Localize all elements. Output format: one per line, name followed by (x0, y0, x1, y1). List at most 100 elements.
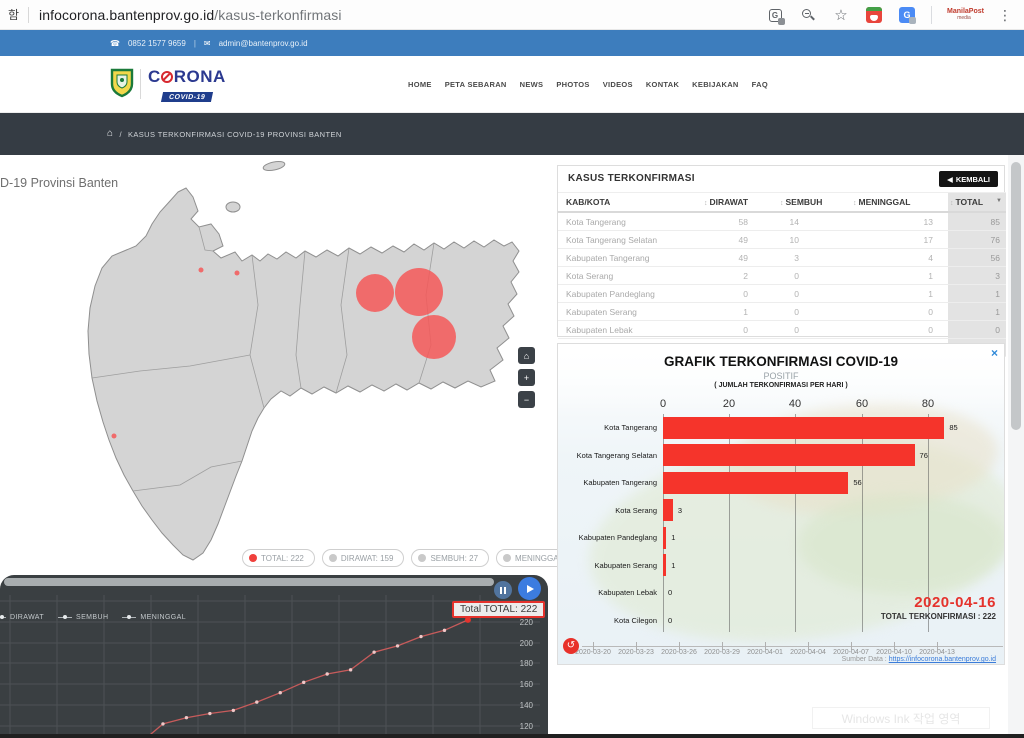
legend-sembuh[interactable]: SEMBUH (76, 614, 108, 621)
legend-marker (122, 614, 136, 621)
col-meninggal[interactable]: ↕MENINGGAL (851, 193, 948, 213)
legend-meninggal[interactable]: MENINGGAL (140, 614, 186, 621)
play-icon (527, 585, 534, 593)
translate-extension-icon[interactable]: G (898, 6, 916, 24)
play-button[interactable] (518, 577, 541, 600)
panel-scrollbar[interactable] (4, 578, 494, 586)
bar-row: Kabupaten Serang1 (558, 552, 1005, 580)
nav-photos[interactable]: PHOTOS (556, 80, 589, 89)
bookmark-star-icon[interactable]: ☆ (832, 6, 850, 24)
bar-chart-subtitle: POSITIF (558, 371, 1004, 381)
nav-faq[interactable]: FAQ (752, 80, 768, 89)
map-zoom-in-button[interactable]: + (518, 369, 535, 386)
translate-icon[interactable]: G (766, 6, 784, 24)
table-row: Kabupaten Serang1001 (558, 303, 1006, 321)
col-total[interactable]: ↕TOTAL▼ (948, 193, 1006, 213)
legend-pill-dirawat[interactable]: DIRAWAT: 159 (322, 549, 405, 567)
bar-row: Kota Serang3 (558, 497, 1005, 525)
browser-menu-icon[interactable]: ⋮ (996, 6, 1014, 24)
bubble-kota-serang (235, 271, 240, 276)
timeseries-legend: DIRAWAT SEMBUH MENINGGAL (0, 610, 186, 624)
banten-province-map[interactable] (0, 155, 548, 575)
url-field[interactable]: infocorona.bantenprov.go.id/kasus-terkon… (39, 7, 342, 23)
windows-ink-watermark: Windows Ink 작업 영역 (812, 707, 990, 729)
cases-table-card: KASUS TERKONFIRMASI ◀KEMBALI KAB/KOTA ↕D… (557, 165, 1005, 337)
topbar-separator: | (194, 39, 196, 48)
topbar-phone[interactable]: 0852 1577 9659 (128, 39, 186, 48)
x-tick-0: 0 (648, 398, 678, 410)
source-row: Sumber Data : https://infocorona.bantenp… (842, 656, 996, 663)
bar-kota-serang (663, 499, 673, 521)
total-series-line (140, 620, 468, 738)
sort-icon: ↕ (704, 200, 708, 207)
table-row: Kabupaten Tangerang493456 (558, 249, 1006, 267)
site-logo[interactable]: CRONA COVID-19 (110, 68, 226, 103)
site-topbar: ☎ 0852 1577 9659 | ✉ admin@bantenprov.go… (0, 30, 1024, 56)
logo-covid-badge: COVID-19 (161, 92, 213, 102)
breadcrumb-divider: / (119, 130, 121, 139)
back-button[interactable]: ◀KEMBALI (939, 171, 998, 187)
toolbar-divider (931, 6, 932, 24)
bar-kabupaten-serang (663, 554, 666, 576)
nav-kebijakan[interactable]: KEBIJAKAN (692, 80, 738, 89)
browser-toolbar-icons: G ☆ G ManilaPostmedia ⋮ (766, 0, 1014, 30)
nav-news[interactable]: NEWS (520, 80, 544, 89)
page-scrollbar-thumb[interactable] (1011, 162, 1021, 430)
logo-wordmark: CRONA (148, 68, 226, 85)
nav-home[interactable]: HOME (408, 80, 432, 89)
adblock-extension-icon[interactable] (865, 6, 883, 24)
legend-dirawat[interactable]: DIRAWAT (10, 614, 44, 621)
home-icon[interactable]: ⌂ (107, 129, 113, 139)
site-header: CRONA COVID-19 HOME PETA SEBARAN NEWS PH… (0, 56, 1024, 113)
banten-shield-icon (110, 68, 134, 98)
legend-pill-total[interactable]: TOTAL: 222 (242, 549, 315, 567)
source-link[interactable]: https://infocorona.bantenprov.go.id (889, 656, 996, 663)
bottom-edge (0, 734, 1024, 738)
map-zoom-out-button[interactable]: − (518, 391, 535, 408)
extension-badge[interactable]: ManilaPostmedia (947, 8, 981, 21)
filter-icon: ▼ (996, 198, 1002, 204)
source-label: Sumber Data : (842, 656, 887, 663)
legend-pill-sembuh[interactable]: SEMBUH: 27 (411, 549, 489, 567)
pause-button[interactable] (494, 581, 512, 599)
timeseries-chart (0, 575, 548, 738)
timeline-axis[interactable] (582, 646, 1003, 647)
email-icon: ✉ (204, 39, 211, 48)
table-row: Kota Tangerang Selatan49101776 (558, 231, 1006, 249)
current-date-block: 2020-04-16 TOTAL TERKONFIRMASI : 222 (881, 594, 996, 621)
table-row: Kabupaten Lebak0000 (558, 321, 1006, 339)
address-divider (28, 7, 29, 23)
nav-videos[interactable]: VIDEOS (603, 80, 633, 89)
nav-kontak[interactable]: KONTAK (646, 80, 679, 89)
breadcrumb-bar: ⌂ / KASUS TERKONFIRMASI COVID-19 PROVINS… (0, 113, 1024, 155)
bar-row: Kabupaten Tangerang56 (558, 469, 1005, 497)
sort-icon: ↕ (780, 200, 784, 207)
x-tick-60: 60 (847, 398, 877, 410)
legend-dot-dirawat (329, 554, 337, 562)
col-kab-kota[interactable]: KAB/KOTA (558, 193, 702, 213)
url-path: /kasus-terkonfirmasi (214, 7, 341, 23)
x-tick-40: 40 (780, 398, 810, 410)
replay-button[interactable]: ↺ (563, 638, 579, 654)
virus-icon (161, 71, 173, 83)
nav-peta-sebaran[interactable]: PETA SEBARAN (445, 80, 507, 89)
cases-table: KAB/KOTA ↕DIRAWAT ↕SEMBUH ↕MENINGGAL ↕TO… (558, 192, 1006, 357)
zoom-out-icon[interactable] (799, 6, 817, 24)
y-tick-120: 120 (503, 722, 533, 731)
bar-kabupaten-pandeglang (663, 527, 666, 549)
bar-kabupaten-tangerang (663, 472, 848, 494)
page: 함 infocorona.bantenprov.go.id/kasus-terk… (0, 0, 1024, 738)
topbar-email[interactable]: admin@bantenprov.go.id (219, 39, 308, 48)
browser-profile-glyph: 함 (8, 6, 19, 23)
map-legend: TOTAL: 222 DIRAWAT: 159 SEMBUH: 27 MENIN… (242, 549, 587, 567)
x-tick-80: 80 (913, 398, 943, 410)
map-controls: ⌂ + − (518, 347, 535, 408)
island-sliver (262, 160, 285, 172)
url-domain: infocorona.bantenprov.go.id (39, 7, 214, 23)
bar-chart-subtitle2: ( JUMLAH TERKONFIRMASI PER HARI ) (558, 382, 1004, 389)
col-sembuh[interactable]: ↕SEMBUH (778, 193, 851, 213)
col-dirawat[interactable]: ↕DIRAWAT (702, 193, 778, 213)
browser-address-bar: 함 infocorona.bantenprov.go.id/kasus-terk… (0, 0, 1024, 30)
close-icon[interactable]: × (991, 346, 998, 360)
map-home-button[interactable]: ⌂ (518, 347, 535, 364)
